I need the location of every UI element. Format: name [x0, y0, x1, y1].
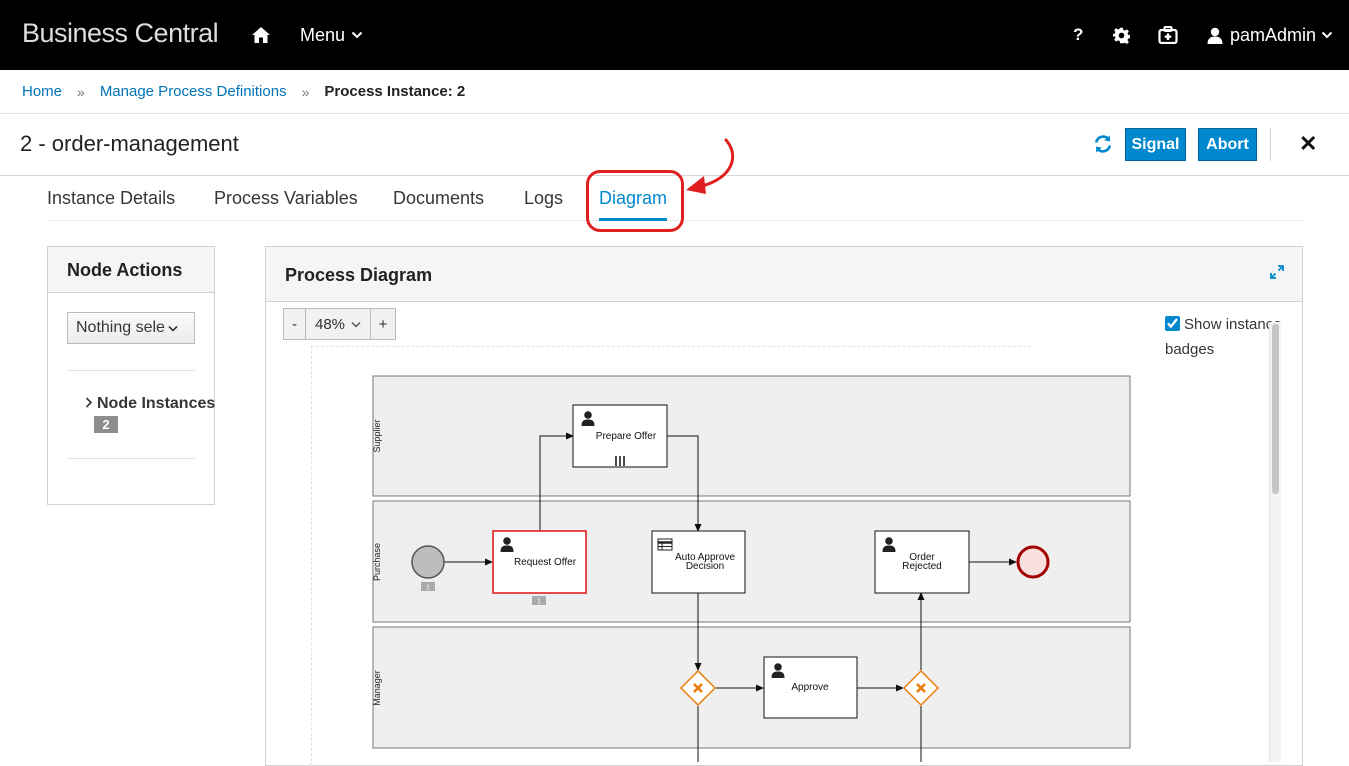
task-request-offer-label: Request Offer — [514, 557, 577, 568]
start-event[interactable] — [411, 545, 445, 579]
lane-label-supplier: Supplier — [372, 419, 382, 452]
task-request-offer-badge-count: 1 — [537, 599, 541, 606]
task-prepare-offer-label: Prepare Offer — [596, 431, 657, 442]
start-event-badge-count: 1 — [426, 585, 430, 592]
lane-label-purchase: Purchase — [372, 543, 382, 581]
lane-label-manager: Manager — [372, 670, 382, 706]
lane-supplier[interactable] — [372, 375, 1131, 497]
task-order-rejected-label-line2: Rejected — [902, 561, 941, 572]
end-event[interactable] — [1016, 545, 1050, 579]
task-auto-approve-label-line2: Decision — [686, 561, 724, 572]
bpmn-diagram: Supplier Purchase Manager 1 Prepare Offe… — [372, 375, 1131, 762]
task-approve-label: Approve — [791, 682, 829, 693]
